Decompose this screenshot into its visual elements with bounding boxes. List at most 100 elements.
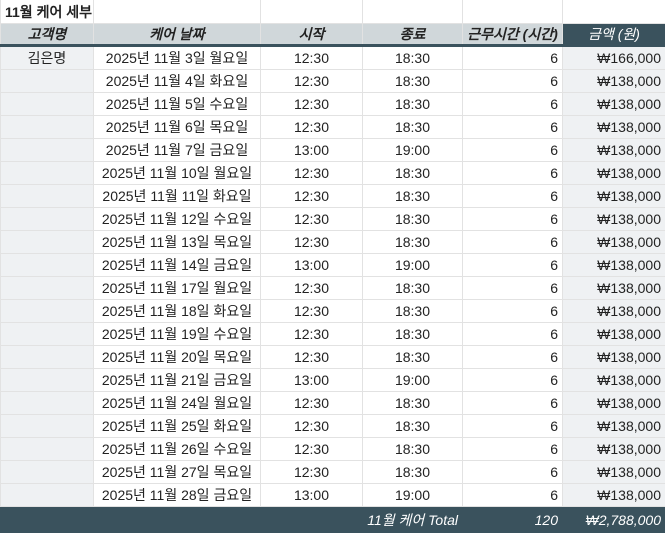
end-cell[interactable]: 18:30	[362, 460, 463, 484]
date-cell[interactable]: 2025년 11월 4일 화요일	[93, 69, 261, 93]
amount-cell[interactable]: ₩138,000	[562, 391, 665, 415]
start-cell[interactable]: 12:30	[260, 69, 363, 93]
date-cell[interactable]: 2025년 11월 21일 금요일	[93, 368, 261, 392]
date-cell[interactable]: 2025년 11월 17일 월요일	[93, 276, 261, 300]
hours-cell[interactable]: 6	[462, 207, 563, 231]
end-cell[interactable]: 18:30	[362, 45, 463, 70]
start-cell[interactable]: 13:00	[260, 253, 363, 277]
amount-cell[interactable]: ₩138,000	[562, 161, 665, 185]
header-amount[interactable]: 금액 (원)	[562, 23, 665, 47]
amount-cell[interactable]: ₩138,000	[562, 230, 665, 254]
start-cell[interactable]: 12:30	[260, 92, 363, 116]
date-cell[interactable]: 2025년 11월 24일 월요일	[93, 391, 261, 415]
date-cell[interactable]: 2025년 11월 12일 수요일	[93, 207, 261, 231]
amount-cell[interactable]: ₩138,000	[562, 138, 665, 162]
total-blank[interactable]	[260, 506, 363, 533]
end-cell[interactable]: 18:30	[362, 92, 463, 116]
header-end[interactable]: 종료	[362, 23, 463, 47]
customer-cell[interactable]	[0, 161, 94, 185]
date-cell[interactable]: 2025년 11월 5일 수요일	[93, 92, 261, 116]
hours-cell[interactable]: 6	[462, 253, 563, 277]
amount-cell[interactable]: ₩138,000	[562, 345, 665, 369]
start-cell[interactable]: 12:30	[260, 45, 363, 70]
start-cell[interactable]: 13:00	[260, 483, 363, 507]
amount-cell[interactable]: ₩138,000	[562, 299, 665, 323]
start-cell[interactable]: 12:30	[260, 391, 363, 415]
customer-cell[interactable]	[0, 437, 94, 461]
sheet-title[interactable]: 11월 케어 세부 내역	[0, 0, 94, 24]
header-start[interactable]: 시작	[260, 23, 363, 47]
amount-cell[interactable]: ₩138,000	[562, 414, 665, 438]
customer-cell[interactable]	[0, 69, 94, 93]
hours-cell[interactable]: 6	[462, 368, 563, 392]
start-cell[interactable]: 12:30	[260, 414, 363, 438]
start-cell[interactable]: 12:30	[260, 460, 363, 484]
amount-cell[interactable]: ₩138,000	[562, 322, 665, 346]
customer-cell[interactable]	[0, 299, 94, 323]
date-cell[interactable]: 2025년 11월 18일 화요일	[93, 299, 261, 323]
start-cell[interactable]: 12:30	[260, 276, 363, 300]
start-cell[interactable]: 12:30	[260, 437, 363, 461]
date-cell[interactable]: 2025년 11월 27일 목요일	[93, 460, 261, 484]
customer-cell[interactable]	[0, 368, 94, 392]
start-cell[interactable]: 12:30	[260, 184, 363, 208]
hours-cell[interactable]: 6	[462, 414, 563, 438]
hours-cell[interactable]: 6	[462, 92, 563, 116]
customer-cell[interactable]	[0, 276, 94, 300]
date-cell[interactable]: 2025년 11월 28일 금요일	[93, 483, 261, 507]
hours-cell[interactable]: 6	[462, 138, 563, 162]
customer-cell[interactable]	[0, 115, 94, 139]
amount-cell[interactable]: ₩138,000	[562, 276, 665, 300]
amount-cell[interactable]: ₩166,000	[562, 45, 665, 70]
end-cell[interactable]: 19:00	[362, 483, 463, 507]
total-label[interactable]: 11월 케어 Total	[362, 506, 463, 533]
start-cell[interactable]: 12:30	[260, 230, 363, 254]
end-cell[interactable]: 18:30	[362, 391, 463, 415]
hours-cell[interactable]: 6	[462, 322, 563, 346]
customer-cell[interactable]	[0, 483, 94, 507]
start-cell[interactable]: 12:30	[260, 345, 363, 369]
amount-cell[interactable]: ₩138,000	[562, 483, 665, 507]
end-cell[interactable]: 19:00	[362, 253, 463, 277]
end-cell[interactable]: 18:30	[362, 230, 463, 254]
customer-cell[interactable]	[0, 138, 94, 162]
end-cell[interactable]: 18:30	[362, 299, 463, 323]
hours-cell[interactable]: 6	[462, 299, 563, 323]
hours-cell[interactable]: 6	[462, 483, 563, 507]
customer-cell[interactable]: 김은명	[0, 45, 94, 70]
start-cell[interactable]: 12:30	[260, 299, 363, 323]
end-cell[interactable]: 18:30	[362, 69, 463, 93]
hours-cell[interactable]: 6	[462, 276, 563, 300]
date-cell[interactable]: 2025년 11월 25일 화요일	[93, 414, 261, 438]
start-cell[interactable]: 13:00	[260, 368, 363, 392]
hours-cell[interactable]: 6	[462, 345, 563, 369]
date-cell[interactable]: 2025년 11월 7일 금요일	[93, 138, 261, 162]
date-cell[interactable]: 2025년 11월 11일 화요일	[93, 184, 261, 208]
header-hours[interactable]: 근무시간 (시간)	[462, 23, 563, 47]
hours-cell[interactable]: 6	[462, 115, 563, 139]
amount-cell[interactable]: ₩138,000	[562, 207, 665, 231]
end-cell[interactable]: 18:30	[362, 161, 463, 185]
header-customer[interactable]: 고객명	[0, 23, 94, 47]
end-cell[interactable]: 18:30	[362, 414, 463, 438]
amount-cell[interactable]: ₩138,000	[562, 92, 665, 116]
total-hours[interactable]: 120	[462, 506, 563, 533]
end-cell[interactable]: 18:30	[362, 115, 463, 139]
hours-cell[interactable]: 6	[462, 69, 563, 93]
start-cell[interactable]: 12:30	[260, 115, 363, 139]
start-cell[interactable]: 12:30	[260, 161, 363, 185]
amount-cell[interactable]: ₩138,000	[562, 69, 665, 93]
amount-cell[interactable]: ₩138,000	[562, 368, 665, 392]
customer-cell[interactable]	[0, 345, 94, 369]
customer-cell[interactable]	[0, 391, 94, 415]
start-cell[interactable]: 13:00	[260, 138, 363, 162]
end-cell[interactable]: 18:30	[362, 276, 463, 300]
total-blank[interactable]	[0, 506, 94, 533]
amount-cell[interactable]: ₩138,000	[562, 460, 665, 484]
end-cell[interactable]: 18:30	[362, 322, 463, 346]
date-cell[interactable]: 2025년 11월 10일 월요일	[93, 161, 261, 185]
start-cell[interactable]: 12:30	[260, 322, 363, 346]
date-cell[interactable]: 2025년 11월 13일 목요일	[93, 230, 261, 254]
amount-cell[interactable]: ₩138,000	[562, 184, 665, 208]
customer-cell[interactable]	[0, 414, 94, 438]
